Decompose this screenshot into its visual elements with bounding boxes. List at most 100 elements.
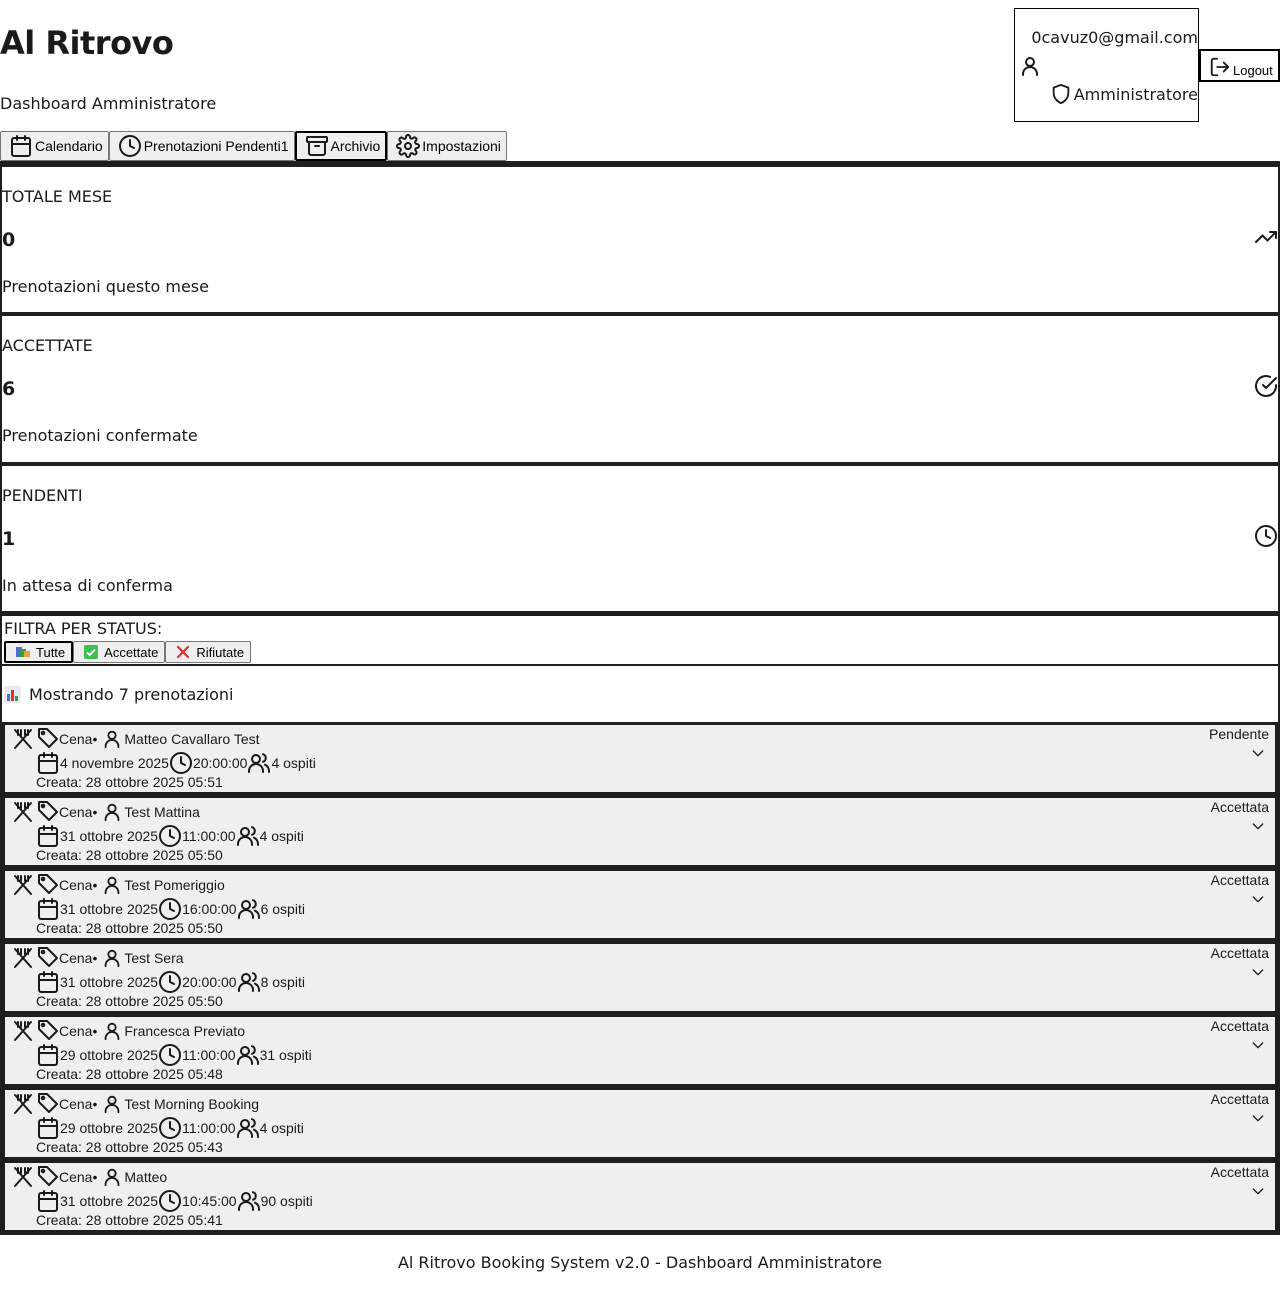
booking-row[interactable]: Cena • Matteo Cavallaro Test 4 novembre 202… xyxy=(5,725,1275,792)
tab-label: Prenotazioni Pendenti1 xyxy=(143,138,289,154)
tab-impostazioni[interactable]: Impostazioni xyxy=(387,131,507,161)
booking-row[interactable]: Cena • Francesca Previato 29 ottobre 2025 11… xyxy=(5,1017,1275,1084)
chevron-down-icon[interactable] xyxy=(1250,745,1266,761)
user-icon xyxy=(101,1020,123,1042)
utensils-crossed-icon xyxy=(11,873,35,897)
status-badge: Accettata xyxy=(1210,1164,1269,1180)
created-at: Creata: 28 ottobre 2025 05:50 xyxy=(36,993,223,1009)
tab-calendario[interactable]: Calendario xyxy=(0,131,109,161)
logout-label: Logout xyxy=(1233,63,1273,78)
booking-time: 11:00:00 xyxy=(182,1120,236,1136)
stat-label: PENDENTI xyxy=(2,486,83,505)
booking-row[interactable]: Cena • Test Pomeriggio 31 ottobre 2025 16:00… xyxy=(5,871,1275,938)
created-at: Creata: 28 ottobre 2025 05:51 xyxy=(36,774,223,790)
chevron-down-icon[interactable] xyxy=(1250,964,1266,980)
booking-time: 20:00:00 xyxy=(182,974,237,990)
users-icon xyxy=(236,1043,260,1067)
created-at: Creata: 28 ottobre 2025 05:50 xyxy=(36,920,223,936)
chevron-down-icon[interactable] xyxy=(1250,1037,1266,1053)
logout-button[interactable]: Logout xyxy=(1199,49,1280,82)
tag-icon xyxy=(35,946,59,970)
booking-row[interactable]: Cena • Test Morning Booking 29 ottobre 2025… xyxy=(5,1090,1275,1157)
app-title: Al Ritrovo xyxy=(0,24,174,62)
booking-row[interactable]: Cena • Matteo 31 ottobre 2025 10:45:00 90 osp… xyxy=(5,1163,1275,1230)
customer-name: Test Sera xyxy=(124,950,184,966)
status-badge: Accettata xyxy=(1210,945,1269,961)
users-icon xyxy=(236,1116,260,1140)
separator: • xyxy=(92,1169,98,1185)
tag-icon xyxy=(35,727,59,751)
results-count-box: Mostrando 7 prenotazioni xyxy=(2,666,1278,722)
booking-type: Cena xyxy=(59,1023,93,1039)
page-subtitle: Dashboard Amministratore xyxy=(0,94,217,113)
chevron-down-icon[interactable] xyxy=(1250,818,1266,834)
user-icon xyxy=(101,947,123,969)
status-badge: Accettata xyxy=(1210,1018,1269,1034)
users-icon xyxy=(237,897,261,921)
created-at: Creata: 28 ottobre 2025 05:43 xyxy=(36,1139,223,1155)
filter-label: FILTRA PER STATUS: xyxy=(4,619,163,638)
booking-time: 16:00:00 xyxy=(182,901,237,917)
gear-icon xyxy=(396,134,421,158)
booking-row[interactable]: Cena • Test Mattina 31 ottobre 2025 11:00:00… xyxy=(5,798,1275,865)
tag-icon xyxy=(35,1019,59,1043)
guests-count: 8 ospiti xyxy=(260,974,305,990)
stat-label: ACCETTATE xyxy=(2,336,93,355)
booking-type: Cena xyxy=(59,877,93,893)
status-badge: Accettata xyxy=(1210,799,1269,815)
tag-icon xyxy=(35,800,59,824)
utensils-crossed-icon xyxy=(11,800,35,824)
guests-count: 90 ospiti xyxy=(260,1193,313,1209)
booking-time: 11:00:00 xyxy=(182,1047,236,1063)
separator: • xyxy=(92,950,98,966)
booking-row[interactable]: Cena • Test Sera 31 ottobre 2025 20:00:00 8 o… xyxy=(5,944,1275,1011)
user-email: 0cavuz0@gmail.com xyxy=(1031,28,1198,47)
stat-card-accettate: ACCETTATE 6 Prenotazioni confermate xyxy=(2,316,1278,462)
chevron-down-icon[interactable] xyxy=(1250,1110,1266,1126)
users-icon xyxy=(237,970,261,994)
customer-name: Matteo Cavallaro Test xyxy=(124,731,260,747)
chevron-down-icon[interactable] xyxy=(1250,1183,1266,1199)
tag-icon xyxy=(35,873,59,897)
tab-archivio[interactable]: Archivio xyxy=(294,131,388,161)
booking-type: Cena xyxy=(59,804,93,820)
booking-date: 29 ottobre 2025 xyxy=(60,1047,159,1063)
footer-text: Al Ritrovo Booking System v2.0 - Dashboa… xyxy=(397,1253,883,1272)
logout-icon xyxy=(1209,56,1231,78)
tab-label: Archivio xyxy=(330,138,381,154)
chevron-down-icon[interactable] xyxy=(1250,891,1266,907)
clock-icon xyxy=(158,897,182,921)
separator: • xyxy=(92,877,98,893)
user-role: Amministratore xyxy=(1050,83,1198,105)
status-badge: Accettata xyxy=(1210,872,1269,888)
booking-date: 31 ottobre 2025 xyxy=(60,901,159,917)
created-at: Creata: 28 ottobre 2025 05:50 xyxy=(36,847,223,863)
clock-icon xyxy=(118,134,142,158)
stat-card-pendenti: PENDENTI 1 In attesa di conferma xyxy=(2,466,1278,611)
status-badge: Accettata xyxy=(1210,1091,1269,1107)
utensils-crossed-icon xyxy=(11,946,35,970)
status-filter: FILTRA PER STATUS: Tutte Accettate Rifiu… xyxy=(2,616,1278,664)
clock-icon xyxy=(158,1189,182,1213)
customer-name: Test Pomeriggio xyxy=(124,877,225,893)
calendar-icon xyxy=(36,897,60,921)
separator: • xyxy=(92,1096,98,1112)
tab-prenotazioni-pendenti[interactable]: Prenotazioni Pendenti1 xyxy=(108,131,295,161)
calendar-icon xyxy=(36,751,60,775)
nav-tabs: Calendario Prenotazioni Pendenti1 Archiv… xyxy=(0,131,507,161)
user-role-label: Amministratore xyxy=(1073,84,1198,104)
tab-label: Impostazioni xyxy=(422,138,501,154)
user-icon xyxy=(101,874,123,896)
filter-button-rifiutate[interactable]: Rifiutate xyxy=(165,641,252,663)
filter-button-accettate[interactable]: Accettate xyxy=(73,641,166,663)
user-icon xyxy=(1018,54,1042,78)
calendar-icon xyxy=(36,1189,60,1213)
stat-value: 0 xyxy=(2,229,16,251)
customer-name: Test Morning Booking xyxy=(124,1096,260,1112)
results-count: Mostrando 7 prenotazioni xyxy=(29,685,234,704)
users-icon xyxy=(237,1189,261,1213)
booking-date: 31 ottobre 2025 xyxy=(60,974,159,990)
filter-button-tutte[interactable]: Tutte xyxy=(4,641,74,663)
utensils-crossed-icon xyxy=(11,1165,35,1189)
stat-description: Prenotazioni confermate xyxy=(2,426,198,445)
